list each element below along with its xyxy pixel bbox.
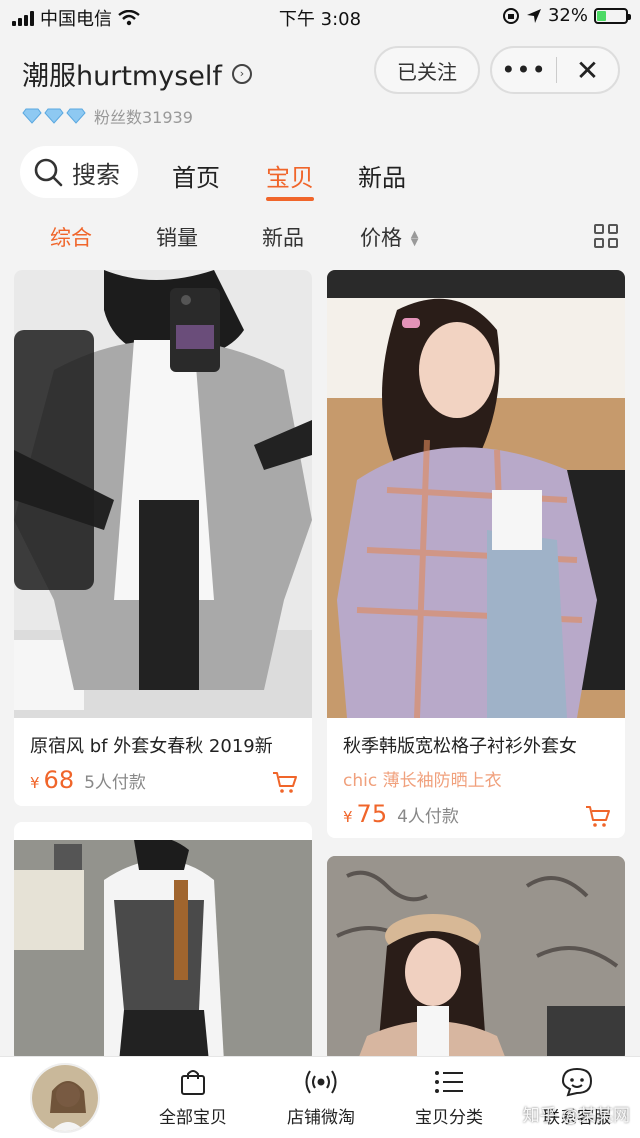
bottom-bar: 全部宝贝 店铺微淘 宝贝分类 联系客服 知乎 @某某网 xyxy=(0,1056,640,1138)
diamond-icon xyxy=(22,108,42,124)
more-button[interactable]: ••• xyxy=(492,56,556,84)
sort-overall[interactable]: 综合 xyxy=(50,222,92,252)
product-title[interactable]: 秋季韩版宽松格子衬衫外套女 xyxy=(343,732,577,758)
broadcast-icon xyxy=(305,1070,337,1094)
price-row: ¥ 68 5人付款 xyxy=(30,766,146,794)
currency-symbol: ¥ xyxy=(30,774,40,792)
sort-new[interactable]: 新品 xyxy=(262,222,304,252)
product-card[interactable] xyxy=(14,822,312,1062)
product-image[interactable] xyxy=(327,856,625,1062)
product-image[interactable] xyxy=(327,270,625,718)
shop-rating xyxy=(22,108,86,124)
all-items-button[interactable]: 全部宝贝 xyxy=(138,1067,248,1128)
tab-new[interactable]: 新品 xyxy=(358,158,406,193)
shop-header: 潮服hurtmyself › 粉丝数31939 已关注 ••• ✕ xyxy=(0,34,640,134)
close-button[interactable]: ✕ xyxy=(557,54,618,87)
shop-meta: 粉丝数31939 xyxy=(22,104,193,128)
diamond-icon xyxy=(66,108,86,124)
sort-bar: 综合 销量 新品 价格 ▲ ▼ xyxy=(0,214,640,256)
sort-arrows-icon: ▲ ▼ xyxy=(410,229,419,248)
sold-count: 5人付款 xyxy=(84,773,146,793)
product-price: 68 xyxy=(43,766,75,794)
chevron-right-icon: › xyxy=(231,63,252,84)
currency-symbol: ¥ xyxy=(343,808,353,826)
product-price: 75 xyxy=(356,800,388,828)
bottom-label: 全部宝贝 xyxy=(159,1108,227,1128)
bottom-label: 宝贝分类 xyxy=(415,1108,483,1128)
sort-sales[interactable]: 销量 xyxy=(156,222,198,252)
categories-button[interactable]: 宝贝分类 xyxy=(394,1067,504,1128)
product-image[interactable] xyxy=(14,270,312,718)
shop-feed-button[interactable]: 店铺微淘 xyxy=(266,1067,376,1128)
battery-icon xyxy=(594,7,631,24)
miniapp-capsule: ••• ✕ xyxy=(490,46,620,94)
cart-icon[interactable] xyxy=(272,770,298,794)
list-icon xyxy=(435,1071,463,1093)
battery-percent: 32% xyxy=(547,5,588,26)
tab-home[interactable]: 首页 xyxy=(172,158,220,193)
shop-name-row[interactable]: 潮服hurtmyself › xyxy=(22,54,252,93)
product-card[interactable]: 秋季韩版宽松格子衬衫外套女 chic 薄长袖防晒上衣 ¥ 75 4人付款 xyxy=(327,270,625,838)
product-image[interactable] xyxy=(14,840,312,1062)
status-bar: 中国电信 下午 3:08 32% xyxy=(0,0,640,34)
search-label: 搜索 xyxy=(72,160,120,189)
sold-count: 4人付款 xyxy=(397,807,459,827)
product-card[interactable] xyxy=(327,856,625,1062)
watermark: 知乎 @某某网 xyxy=(522,1106,630,1126)
avatar[interactable] xyxy=(30,1063,100,1133)
status-right: 32% xyxy=(502,5,631,26)
shopping-bag-icon xyxy=(181,1070,205,1095)
search-icon xyxy=(34,158,63,187)
chat-face-icon xyxy=(561,1067,593,1097)
shop-name: 潮服hurtmyself xyxy=(22,61,222,92)
fans-count: 粉丝数31939 xyxy=(94,108,193,127)
location-icon xyxy=(526,8,541,23)
sort-price[interactable]: 价格 ▲ ▼ xyxy=(360,222,418,252)
diamond-icon xyxy=(44,108,64,124)
grid-view-icon[interactable] xyxy=(594,224,618,248)
product-card[interactable]: 原宿风 bf 外套女春秋 2019新 ¥ 68 5人付款 xyxy=(14,270,312,806)
battery-fill xyxy=(597,10,606,21)
price-row: ¥ 75 4人付款 xyxy=(343,800,459,828)
search-button[interactable]: 搜索 xyxy=(20,146,138,198)
sort-price-label: 价格 xyxy=(360,226,402,250)
orientation-lock-icon xyxy=(502,7,519,24)
product-title[interactable]: 原宿风 bf 外套女春秋 2019新 xyxy=(30,732,273,758)
follow-button[interactable]: 已关注 xyxy=(374,46,480,94)
product-subtitle[interactable]: chic 薄长袖防晒上衣 xyxy=(343,766,502,791)
shop-nav: 搜索 首页 宝贝 新品 xyxy=(0,144,640,204)
tab-items[interactable]: 宝贝 xyxy=(266,158,314,201)
cart-icon[interactable] xyxy=(585,804,611,828)
bottom-label: 店铺微淘 xyxy=(287,1108,355,1128)
